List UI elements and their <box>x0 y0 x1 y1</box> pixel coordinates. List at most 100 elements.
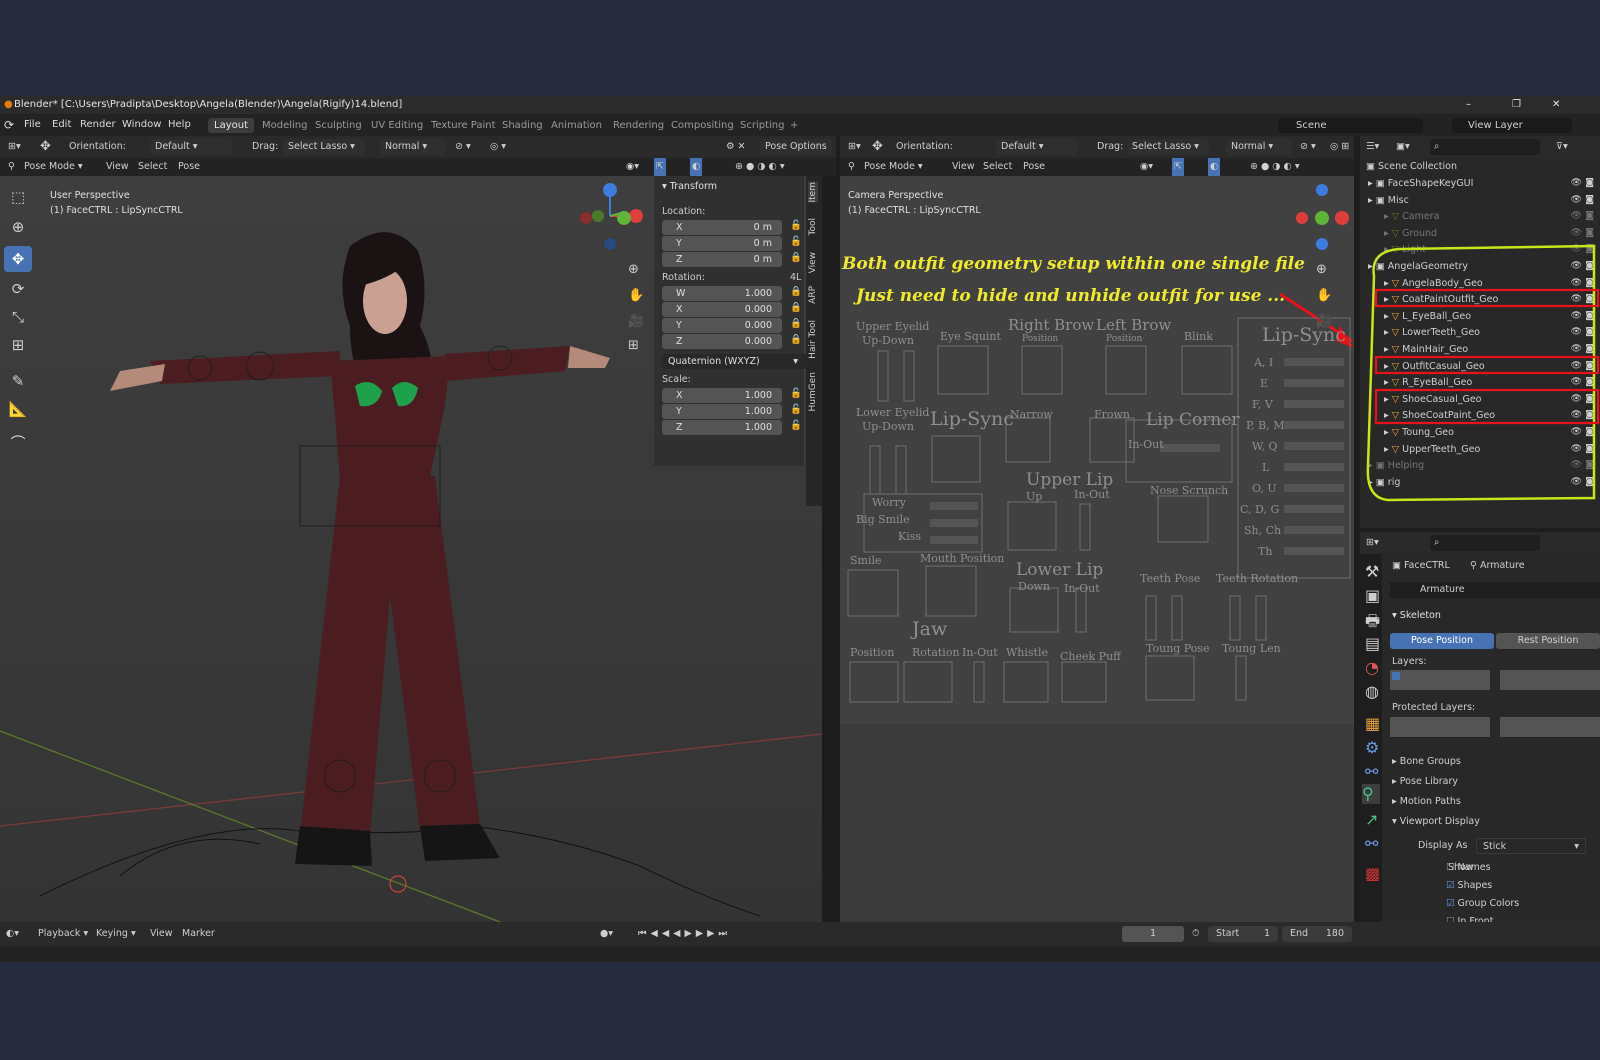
menu-help[interactable]: Help <box>168 114 191 136</box>
expand-arrow-icon[interactable]: ▸ <box>1384 427 1392 438</box>
object-tab-icon[interactable]: ▦ <box>1365 714 1380 733</box>
outliner-row[interactable]: ▸ ▣ FaceShapeKeyGUI 👁 ◙ <box>1368 175 1596 192</box>
eye-icon[interactable]: 👁 <box>1571 424 1582 441</box>
eye-icon[interactable]: 👁 <box>1571 341 1582 358</box>
menu-view[interactable]: View <box>106 158 129 176</box>
tab-uv-editing[interactable]: UV Editing <box>365 118 429 133</box>
expand-arrow-icon[interactable]: ▸ <box>1384 410 1392 421</box>
tab-layout[interactable]: Layout <box>208 118 254 133</box>
end-frame-field[interactable]: End 180 <box>1282 926 1352 942</box>
eye-icon[interactable]: 👁 <box>1571 225 1582 242</box>
snap-icon[interactable]: ⊘ ▾ <box>455 136 471 158</box>
viewport-display-panel[interactable]: ▾ Viewport Display <box>1392 816 1480 827</box>
menu-edit[interactable]: Edit <box>52 114 71 136</box>
menu-pose[interactable]: Pose <box>178 158 200 176</box>
cursor-tool-icon[interactable]: ⊕ <box>4 214 32 240</box>
menu-keying[interactable]: Keying ▾ <box>96 922 136 946</box>
rotation-w-field[interactable]: W 1.000 <box>662 286 782 301</box>
menu-view[interactable]: View <box>150 922 173 946</box>
outliner-row[interactable]: ▸ ▣ rig 👁 ◙ <box>1368 474 1596 491</box>
minimize-button[interactable]: – <box>1466 96 1471 114</box>
expand-arrow-icon[interactable]: ▸ <box>1384 244 1392 255</box>
outliner-row[interactable]: ▸ ▽ ShoeCoatPaint_Geo 👁 ◙ <box>1384 407 1596 424</box>
lock-icon[interactable]: 🔓 <box>790 220 802 231</box>
scale-z-field[interactable]: Z 1.000 <box>662 420 782 435</box>
camera-icon[interactable]: ◙ <box>1585 208 1594 225</box>
camera-icon[interactable]: ◙ <box>1585 457 1594 474</box>
skeleton-panel-header[interactable]: ▾ Skeleton <box>1392 610 1441 621</box>
camera-view-icon[interactable]: 🎥 <box>1316 314 1332 329</box>
tab-item[interactable]: Item <box>808 182 818 203</box>
tool-tab-icon[interactable]: ⚒ <box>1365 562 1379 581</box>
expand-arrow-icon[interactable]: ▸ <box>1384 361 1392 372</box>
outliner-row[interactable]: ▸ ▣ AngelaGeometry 👁 ◙ <box>1368 258 1596 275</box>
pan-hand-icon[interactable]: ✋ <box>628 288 644 303</box>
bone-layers-grid[interactable] <box>1390 670 1490 690</box>
rotate-tool-icon[interactable]: ⟳ <box>4 276 32 302</box>
lock-icon[interactable]: 🔒 <box>790 334 802 345</box>
expand-arrow-icon[interactable]: ▸ <box>1384 394 1392 405</box>
motion-paths-panel[interactable]: ▸ Motion Paths <box>1392 796 1461 807</box>
outliner-row[interactable]: ▸ ▽ LowerTeeth_Geo 👁 ◙ <box>1384 324 1596 341</box>
zoom-icon[interactable]: ⊕ <box>1316 262 1327 277</box>
camera-icon[interactable]: ◙ <box>1585 374 1594 391</box>
add-workspace-button[interactable]: + <box>784 118 804 133</box>
menu-render[interactable]: Render <box>80 114 116 136</box>
display-mode-icon[interactable]: ▣▾ <box>1396 136 1410 158</box>
visibility-icon[interactable]: ◉▾ <box>626 158 639 176</box>
eye-icon[interactable]: 👁 <box>1571 308 1582 325</box>
tab-tool[interactable]: Tool <box>808 218 818 235</box>
expand-arrow-icon[interactable]: ▸ <box>1384 211 1392 222</box>
scene-collection-row[interactable]: ▣ Scene Collection <box>1366 158 1457 175</box>
tab-compositing[interactable]: Compositing <box>665 118 740 133</box>
tab-modeling[interactable]: Modeling <box>256 118 314 133</box>
outliner-row[interactable]: ▸ ▽ OutfitCasual_Geo 👁 ◙ <box>1384 358 1596 375</box>
camera-icon[interactable]: ◙ <box>1585 391 1594 408</box>
camera-icon[interactable]: ◙ <box>1585 424 1594 441</box>
eye-icon[interactable]: 👁 <box>1571 358 1582 375</box>
lock-icon[interactable]: 🔓 <box>790 420 802 431</box>
eye-icon[interactable]: 👁 <box>1571 275 1582 292</box>
outliner-row[interactable]: ▸ ▽ CoatPaintOutfit_Geo 👁 ◙ <box>1384 291 1596 308</box>
bone-layers-grid[interactable] <box>1500 670 1600 690</box>
show-checkbox[interactable]: ☑ Shapes <box>1446 880 1492 891</box>
camera-icon[interactable]: ◙ <box>1585 441 1594 458</box>
menu-view[interactable]: View <box>952 158 975 176</box>
tab-texture-paint[interactable]: Texture Paint <box>425 118 502 133</box>
camera-icon[interactable]: ◙ <box>1585 225 1594 242</box>
pose-position-button[interactable]: Pose Position <box>1390 633 1494 649</box>
pivot-dropdown[interactable]: Normal ▾ <box>1226 139 1292 155</box>
expand-arrow-icon[interactable]: ▸ <box>1368 460 1376 471</box>
outliner-row[interactable]: ▸ ▽ L_EyeBall_Geo 👁 ◙ <box>1384 308 1596 325</box>
eye-icon[interactable]: 👁 <box>1571 407 1582 424</box>
location-z-field[interactable]: Z 0 m <box>662 252 782 267</box>
eye-icon[interactable]: 👁 <box>1571 457 1582 474</box>
eye-icon[interactable]: 👁 <box>1571 441 1582 458</box>
output-tab-icon[interactable]: 🖶 <box>1365 610 1380 637</box>
expand-arrow-icon[interactable]: ▸ <box>1384 228 1392 239</box>
editor-type-icon[interactable]: ⊞▾ <box>848 136 861 158</box>
rotation-mode-dropdown[interactable]: Quaternion (WXYZ) ▾ <box>662 354 812 369</box>
lock-icon[interactable]: 🔓 <box>790 404 802 415</box>
snap-icon[interactable]: ⊘ ▾ <box>1300 136 1316 158</box>
camera-icon[interactable]: ◙ <box>1585 308 1594 325</box>
armature-data-tab-icon[interactable]: ⚲ <box>1362 784 1380 804</box>
view-layer-tab-icon[interactable]: ▤ <box>1365 634 1380 653</box>
constraint-tab-icon[interactable]: ⚯ <box>1365 762 1378 781</box>
lock-icon[interactable]: 🔓 <box>790 236 802 247</box>
proportional-icon[interactable]: ◎ ▾ <box>490 136 506 158</box>
eye-icon[interactable]: 👁 <box>1571 241 1582 258</box>
display-as-dropdown[interactable]: Stick ▾ <box>1476 838 1586 854</box>
eye-icon[interactable]: 👁 <box>1571 192 1582 209</box>
camera-icon[interactable]: ◙ <box>1585 258 1594 275</box>
close-button[interactable]: ✕ <box>1552 96 1560 114</box>
expand-arrow-icon[interactable]: ▸ <box>1384 311 1392 322</box>
eye-icon[interactable]: 👁 <box>1571 258 1582 275</box>
rotation-z-field[interactable]: Z 0.000 <box>662 334 782 349</box>
lock-icon[interactable]: 🔒 <box>790 302 802 313</box>
camera-icon[interactable]: ◙ <box>1585 192 1594 209</box>
expand-arrow-icon[interactable]: ▸ <box>1368 178 1376 189</box>
gizmo-toggle-icon[interactable]: ⚙ ✕ <box>726 136 746 158</box>
record-icon[interactable]: ●▾ <box>600 922 613 946</box>
eye-icon[interactable]: 👁 <box>1571 175 1582 192</box>
